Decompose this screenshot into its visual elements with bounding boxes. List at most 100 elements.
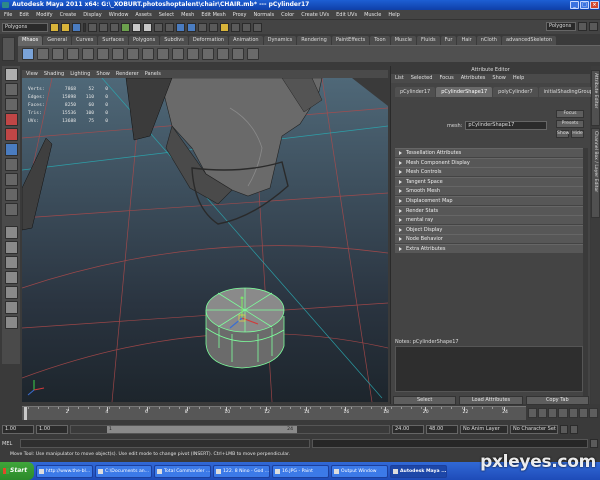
taskbar-item-16-jpg-paint[interactable]: 16.JPG - Paint [272, 464, 329, 478]
menu-modify[interactable]: Modify [36, 12, 53, 18]
center-pivot-icon[interactable] [247, 48, 259, 60]
shelf-tab-rendering[interactable]: Rendering [297, 36, 331, 45]
shelf-tab-fluids[interactable]: Fluids [417, 36, 440, 45]
bevel-icon[interactable] [127, 48, 139, 60]
select-object-icon[interactable] [99, 22, 108, 32]
persp-outliner-layout-icon[interactable] [4, 256, 18, 269]
open-scene-icon[interactable] [61, 22, 70, 32]
close-button[interactable]: × [590, 1, 599, 9]
shelf-tab-painteffects[interactable]: PaintEffects [331, 36, 370, 45]
hypershade-layout-icon[interactable] [4, 286, 18, 299]
shelf-tab-dynamics[interactable]: Dynamics [263, 36, 297, 45]
quick-selection-field[interactable]: Polygons [546, 22, 576, 31]
menu-file[interactable]: File [4, 12, 12, 18]
load-attributes-button[interactable]: Load Attributes [459, 396, 523, 405]
face-mask-icon[interactable] [154, 22, 163, 32]
character-set-dropdown[interactable]: No Character Set [510, 425, 558, 434]
ae-menu-show[interactable]: Show [492, 74, 506, 83]
channel-box-toggle-icon[interactable] [589, 22, 598, 31]
presets-button[interactable]: Presets [556, 120, 584, 128]
ae-menu-focus[interactable]: Focus [439, 74, 453, 83]
persp-graph-layout-icon[interactable] [4, 271, 18, 284]
menu-mesh[interactable]: Mesh [181, 12, 194, 18]
paint-select-tool-icon[interactable] [4, 98, 18, 111]
taskbar-item-output-window[interactable]: Output Window [331, 464, 388, 478]
ae-menu-help[interactable]: Help [513, 74, 524, 83]
separate-icon[interactable] [97, 48, 109, 60]
shelf-tab-advancedskeleton[interactable]: advancedSkeleton [501, 36, 557, 45]
shelf-tab-deformation[interactable]: Deformation [188, 36, 229, 45]
four-view-layout-icon[interactable] [4, 241, 18, 254]
custom-layout-icon[interactable] [4, 316, 18, 329]
taskbar-item-c-documents-an[interactable]: C:\Documents an... [95, 464, 152, 478]
section-smooth-mesh[interactable]: Smooth Mesh [395, 186, 583, 196]
section-tessellation-attributes[interactable]: Tessellation Attributes [395, 148, 583, 157]
attribute-editor-scrollbar[interactable] [583, 148, 588, 396]
delete-history-icon[interactable] [217, 48, 229, 60]
step-back-key-icon[interactable] [538, 408, 548, 418]
ae-menu-attributes[interactable]: Attributes [461, 74, 486, 83]
universal-manipulator-icon[interactable] [4, 158, 18, 171]
section-mesh-component-display[interactable]: Mesh Component Display [395, 157, 583, 167]
ae-tab-initialshadinggroup[interactable]: initialShadingGroup [538, 87, 598, 97]
ipr-render-icon[interactable] [242, 22, 251, 32]
poly-cylinder-icon[interactable] [52, 48, 64, 60]
menu-color[interactable]: Color [281, 12, 294, 18]
shelf-tab-muscle[interactable]: Muscle [390, 36, 416, 45]
shelf-tab-mhaos[interactable]: Mhaos [18, 36, 43, 45]
new-scene-icon[interactable] [50, 22, 59, 32]
go-to-start-icon[interactable] [528, 408, 538, 418]
notes-field[interactable] [395, 346, 583, 392]
section-render-stats[interactable]: Render Stats [395, 205, 583, 215]
shelf-tab-hair[interactable]: Hair [457, 36, 476, 45]
poly-plane-icon[interactable] [67, 48, 79, 60]
menu-window[interactable]: Window [109, 12, 129, 18]
play-backwards-icon[interactable] [558, 408, 568, 418]
section-mesh-controls[interactable]: Mesh Controls [395, 167, 583, 177]
panel-menu-shading[interactable]: Shading [44, 70, 64, 78]
current-frame-marker[interactable] [24, 407, 27, 420]
snap-plane-icon[interactable] [209, 22, 218, 32]
menu-set-dropdown[interactable]: Polygons [2, 22, 48, 32]
shelf-tab-polygons[interactable]: Polygons [128, 36, 160, 45]
snap-curve-icon[interactable] [187, 22, 196, 32]
time-slider[interactable]: 2 4 6 8 10 12 14 16 18 20 22 24 [22, 406, 526, 420]
ae-tab-pcylindershape17[interactable]: pCylinderShape17 [436, 87, 493, 97]
focus-button[interactable]: Focus [556, 110, 584, 118]
select-component-icon[interactable] [110, 22, 119, 32]
taskbar-item-autodesk-maya[interactable]: Autodesk Maya ... [390, 464, 447, 478]
menu-assets[interactable]: Assets [135, 12, 151, 18]
animation-start-field[interactable]: 1.00 [2, 425, 34, 434]
taskbar-item-http-www-the-bl[interactable]: http://www.the-bl... [36, 464, 93, 478]
select-tool-icon[interactable] [4, 68, 18, 81]
start-button[interactable]: Start [0, 462, 34, 480]
ae-menu-list[interactable]: List [395, 74, 404, 83]
history-icon[interactable] [220, 22, 229, 32]
menu-edit-mesh[interactable]: Edit Mesh [201, 12, 225, 18]
pick-mask-icon[interactable] [121, 22, 130, 32]
shelf-tab-toon[interactable]: Toon [370, 36, 390, 45]
render-frame-icon[interactable] [231, 22, 240, 32]
mirror-icon[interactable] [202, 48, 214, 60]
section-mental-ray[interactable]: mental ray [395, 215, 583, 225]
rotate-tool-icon[interactable] [4, 128, 18, 141]
command-language-label[interactable]: MEL [2, 441, 18, 447]
shelf-tab-surfaces[interactable]: Surfaces [98, 36, 128, 45]
save-scene-icon[interactable] [72, 22, 81, 32]
ae-menu-selected[interactable]: Selected [411, 74, 433, 83]
command-input[interactable] [20, 439, 310, 448]
shelf-tab-fur[interactable]: Fur [440, 36, 457, 45]
maximize-button[interactable]: □ [580, 1, 589, 9]
extrude-icon[interactable] [112, 48, 124, 60]
menu-edit[interactable]: Edit [19, 12, 29, 18]
menu-display[interactable]: Display [83, 12, 101, 18]
taskbar-item-total-commander[interactable]: Total Commander ... [154, 464, 211, 478]
move-tool-icon[interactable] [4, 113, 18, 126]
merge-icon[interactable] [142, 48, 154, 60]
copy-tab-button[interactable]: Copy Tab [525, 396, 589, 405]
single-perspective-layout-icon[interactable] [4, 226, 18, 239]
panel-menu-renderer[interactable]: Renderer [116, 70, 139, 78]
attribute-editor-toggle-icon[interactable] [578, 22, 587, 31]
edge-mask-icon[interactable] [143, 22, 152, 32]
section-displacement-map[interactable]: Displacement Map [395, 195, 583, 205]
